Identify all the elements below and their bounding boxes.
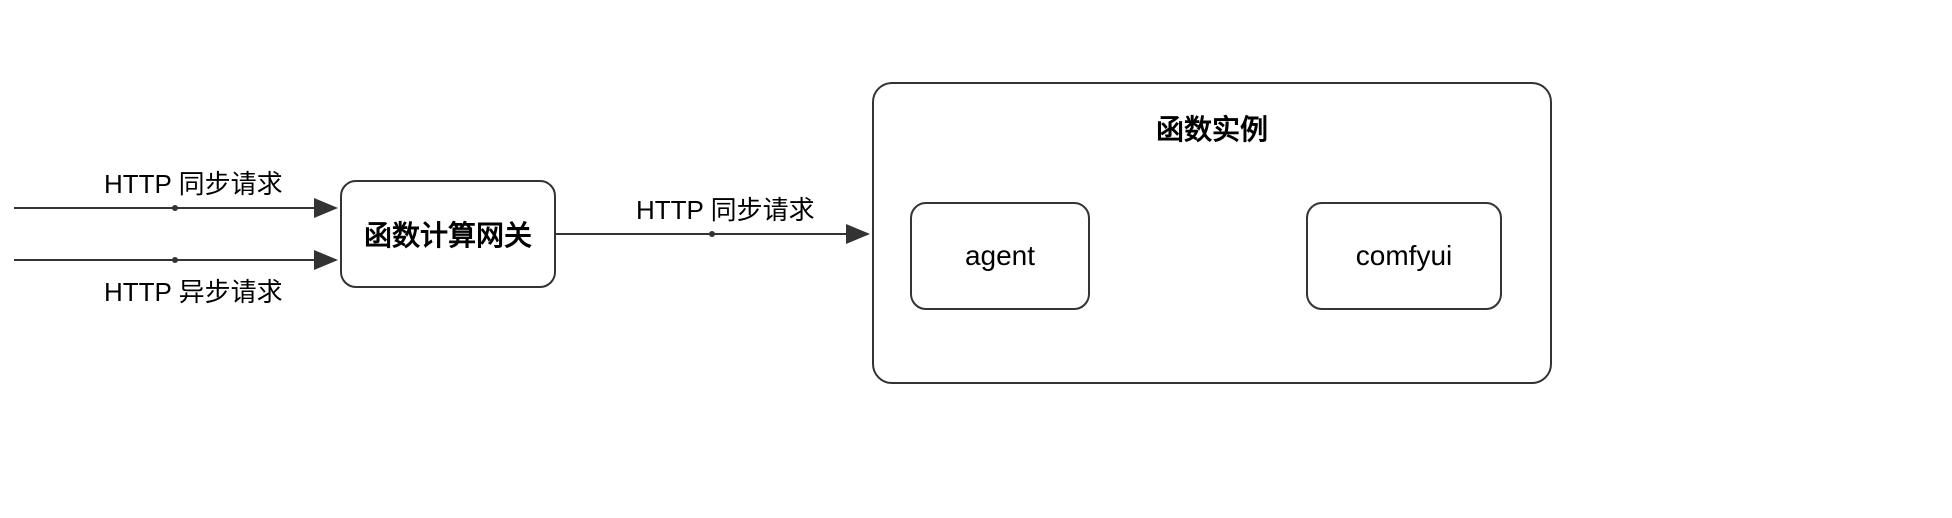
edge-label-http-async-left: HTTP 异步请求 bbox=[104, 272, 283, 309]
node-agent-label: agent bbox=[965, 240, 1035, 272]
node-comfyui: comfyui bbox=[1306, 202, 1502, 310]
edge-label-http-sync-left: HTTP 同步请求 bbox=[104, 164, 283, 201]
node-comfyui-label: comfyui bbox=[1356, 240, 1452, 272]
edge-label-http-sync-middle: HTTP 同步请求 bbox=[636, 190, 815, 227]
node-instance-container-label: 函数实例 bbox=[874, 108, 1550, 148]
node-gateway: 函数计算网关 bbox=[340, 180, 556, 288]
architecture-diagram: HTTP 同步请求 HTTP 异步请求 HTTP 同步请求 函数计算网关 函数实… bbox=[0, 0, 1952, 518]
node-gateway-label: 函数计算网关 bbox=[364, 214, 532, 254]
node-agent: agent bbox=[910, 202, 1090, 310]
